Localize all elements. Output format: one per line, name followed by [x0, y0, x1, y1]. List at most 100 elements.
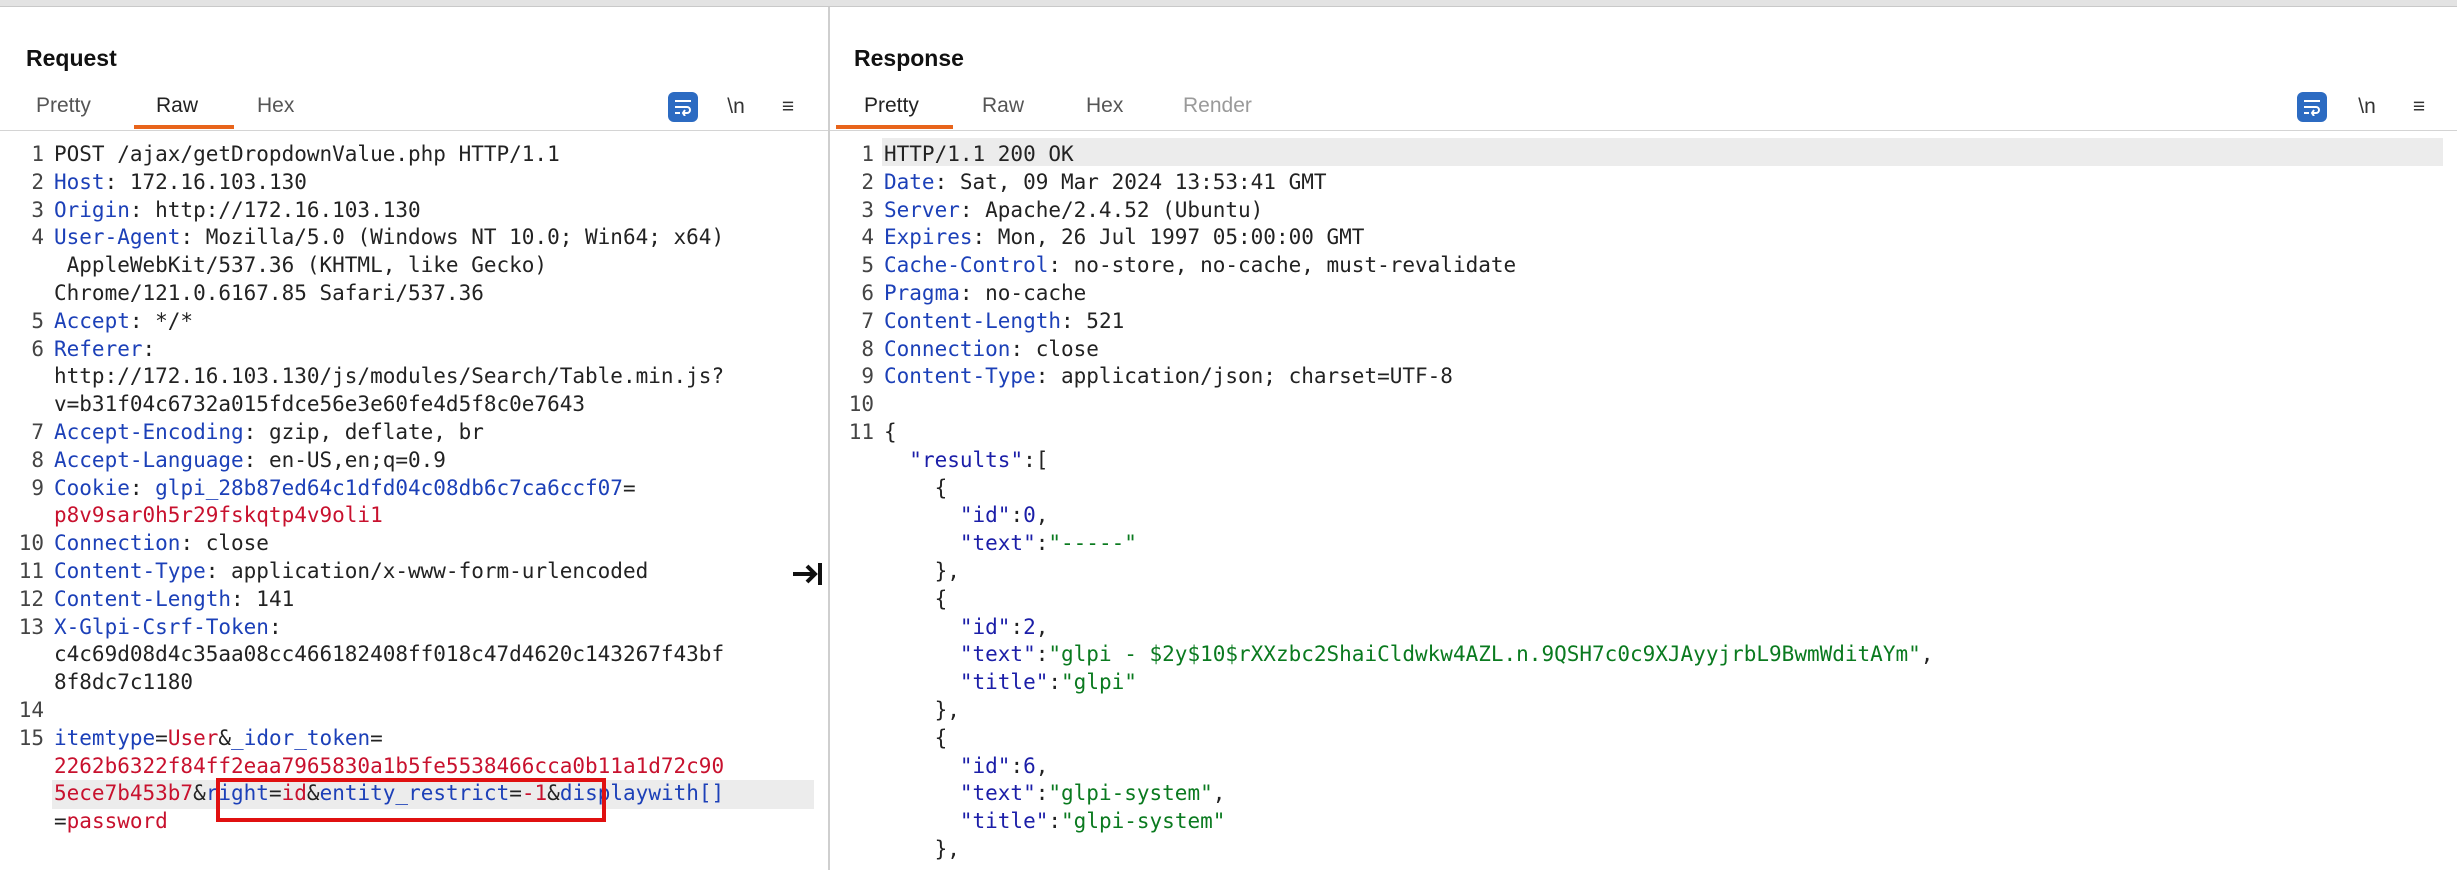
- response-newline-toggle-icon[interactable]: \n: [2352, 92, 2382, 122]
- code-line: 8 Connection: close: [830, 335, 2457, 363]
- tab-request-pretty[interactable]: Pretty: [36, 94, 91, 118]
- code-line: 11 {: [830, 418, 2457, 446]
- code-text: },: [884, 696, 960, 724]
- code-token: Connection: [884, 336, 1011, 361]
- code-token: 5ece7b453b7: [54, 781, 194, 806]
- response-active-tab-underline: [836, 125, 953, 129]
- tab-response-raw[interactable]: Raw: [982, 94, 1024, 118]
- code-token: : Mon, 26 Jul 1997 05:00:00 GMT: [972, 225, 1365, 250]
- line-number: 12: [18, 586, 44, 611]
- code-text: Cookie: glpi_28b87ed64c1dfd04c08db6c7ca6…: [54, 474, 636, 502]
- code-line: 2 Host: 172.16.103.130: [0, 168, 828, 196]
- code-token: Accept: [54, 308, 130, 333]
- code-token: : http://172.16.103.130: [129, 197, 421, 222]
- code-token: POST /ajax/getDropdownValue.php HTTP/1.1: [54, 142, 560, 166]
- code-line: AppleWebKit/537.36 (KHTML, like Gecko): [0, 251, 828, 279]
- code-text: User-Agent: Mozilla/5.0 (Windows NT 10.0…: [54, 223, 724, 251]
- tab-response-pretty[interactable]: Pretty: [864, 94, 919, 118]
- code-token: 0: [1023, 503, 1036, 528]
- line-number: 6: [31, 336, 44, 361]
- collapse-arrow-icon[interactable]: [790, 556, 826, 592]
- code-line: 4 Expires: Mon, 26 Jul 1997 05:00:00 GMT: [830, 223, 2457, 251]
- response-wrap-toggle-icon[interactable]: [2297, 92, 2327, 122]
- code-line: 5 Accept: */*: [0, 307, 828, 335]
- code-text: {: [884, 585, 948, 613]
- code-text: "id":0,: [884, 501, 1049, 529]
- line-number: 6: [861, 281, 874, 305]
- code-token: "title": [959, 670, 1049, 695]
- code-token: Date: [884, 169, 935, 194]
- code-token: : 172.16.103.130: [104, 169, 307, 194]
- code-token: v=b31f04c6732a015fdce56e3e60fe4d5f8c0e76…: [54, 392, 586, 417]
- code-line: "id":6,: [830, 752, 2457, 780]
- code-token: :: [268, 614, 282, 639]
- code-text: http://172.16.103.130/js/modules/Search/…: [54, 362, 724, 390]
- code-token: c4c69d08d4c35aa08cc466182408ff018c47d462…: [54, 642, 725, 667]
- code-line: 1 POST /ajax/getDropdownValue.php HTTP/1.…: [0, 140, 828, 168]
- request-menu-icon[interactable]: ≡: [773, 92, 803, 122]
- code-line: http://172.16.103.130/js/modules/Search/…: [0, 362, 828, 390]
- line-number: 3: [861, 197, 874, 222]
- code-token: },: [884, 559, 960, 583]
- tab-request-hex[interactable]: Hex: [257, 94, 294, 118]
- response-menu-icon[interactable]: ≡: [2404, 92, 2434, 122]
- code-token: : application/json; charset=UTF-8: [1035, 364, 1453, 389]
- line-number: 10: [18, 531, 44, 556]
- code-token: :: [1010, 614, 1024, 639]
- response-pane: Response Pretty Raw Hex Render \n ≡ 1 HTT…: [830, 7, 2457, 870]
- line-number: 14: [18, 698, 44, 722]
- code-text: Content-Length: 521: [884, 307, 1124, 335]
- code-line: c4c69d08d4c35aa08cc466182408ff018c47d462…: [0, 640, 828, 668]
- code-token: "title": [959, 809, 1049, 834]
- code-token: Expires: [884, 225, 973, 250]
- line-number: 5: [861, 253, 874, 278]
- line-number: 1: [861, 142, 874, 166]
- code-token: :: [1048, 809, 1062, 834]
- line-number: 10: [848, 392, 874, 417]
- code-token: 6: [1023, 753, 1036, 778]
- code-line: 14: [0, 696, 828, 724]
- wrap-toggle-icon[interactable]: [668, 92, 698, 122]
- code-token: :[: [1023, 447, 1049, 472]
- tab-response-render[interactable]: Render: [1183, 94, 1252, 118]
- code-text: Date: Sat, 09 Mar 2024 13:53:41 GMT: [884, 168, 1327, 196]
- code-text: Content-Type: application/x-www-form-url…: [54, 557, 648, 585]
- request-editor[interactable]: 1 POST /ajax/getDropdownValue.php HTTP/1.…: [0, 136, 828, 870]
- code-token: :: [129, 475, 156, 500]
- response-editor[interactable]: 1 HTTP/1.1 200 OK 2 Date: Sat, 09 Mar 2024 …: [830, 136, 2457, 870]
- line-number: 7: [861, 308, 874, 333]
- code-line: v=b31f04c6732a015fdce56e3e60fe4d5f8c0e76…: [0, 390, 828, 418]
- code-token: : close: [180, 531, 269, 556]
- line-number: 8: [861, 336, 874, 361]
- newline-toggle-icon[interactable]: \n: [721, 92, 751, 122]
- code-token: &: [193, 781, 206, 806]
- line-number: 4: [861, 225, 874, 250]
- code-text: HTTP/1.1 200 OK: [884, 140, 1074, 168]
- tab-request-raw[interactable]: Raw: [156, 94, 198, 118]
- line-number: 9: [31, 475, 44, 500]
- code-text: "text":"glpi-system",: [884, 779, 1226, 807]
- code-token: password: [66, 809, 168, 834]
- line-number: 2: [31, 169, 44, 194]
- code-line: 15 itemtype=User&_idor_token=: [0, 724, 828, 752]
- code-line: 4 User-Agent: Mozilla/5.0 (Windows NT 10.…: [0, 223, 828, 251]
- code-token: User-Agent: [54, 225, 181, 250]
- tab-response-hex[interactable]: Hex: [1086, 94, 1123, 118]
- response-tabs-divider: [830, 130, 2457, 131]
- code-token: : application/x-www-form-urlencoded: [205, 559, 649, 583]
- code-text: },: [884, 557, 960, 585]
- code-token: &: [218, 725, 232, 750]
- code-line: "id":2,: [830, 613, 2457, 641]
- line-number: 11: [18, 559, 44, 583]
- code-token: Content-Length: [884, 308, 1062, 333]
- code-token: ,: [1035, 614, 1049, 639]
- code-token: "results": [909, 447, 1024, 472]
- code-text: "text":"glpi - $2y$10$rXXzbc2ShaiCldwkw4…: [884, 640, 1934, 668]
- code-token: Content-Type: [884, 364, 1036, 389]
- code-text: {: [884, 474, 948, 502]
- code-text: Referer:: [54, 335, 155, 363]
